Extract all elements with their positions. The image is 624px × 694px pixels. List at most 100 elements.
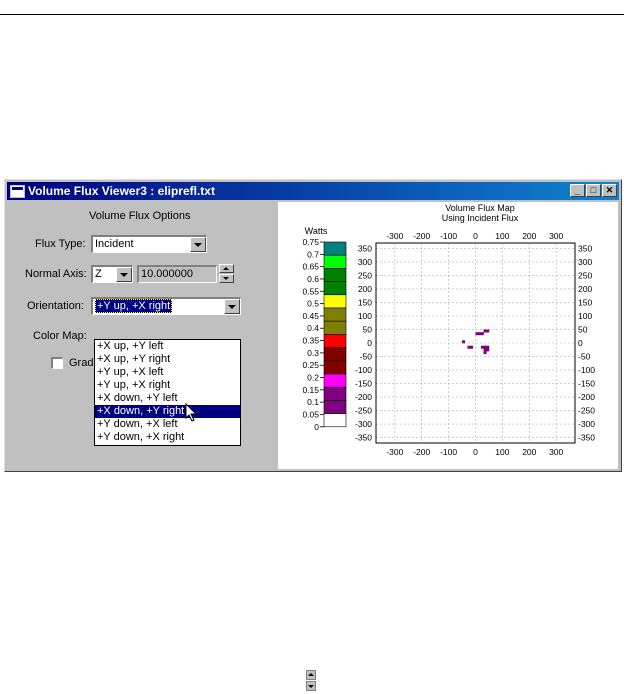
- orientation-dropdown-list[interactable]: +X up, +Y left +X up, +Y right +Y up, +X…: [94, 339, 241, 446]
- flux-cell: [475, 332, 479, 336]
- colorbar-tick-label: 0.6: [307, 274, 319, 284]
- colorbar-swatch: [323, 373, 347, 388]
- list-item[interactable]: +Y down, +X right: [95, 431, 240, 444]
- list-item-highlighted[interactable]: +X down, +Y right: [95, 405, 240, 418]
- x-tick-label-bottom: 300: [549, 447, 563, 457]
- list-item[interactable]: +X down, +Y left: [95, 392, 240, 405]
- x-tick-label-top: 200: [522, 231, 536, 241]
- y-tick-label-right: -300: [578, 419, 595, 429]
- y-tick-label-right: 100: [578, 311, 592, 321]
- list-item[interactable]: +Y down, +X left: [95, 418, 240, 431]
- x-tick-label-top: -300: [386, 231, 403, 241]
- y-tick-label-left: 100: [358, 311, 372, 321]
- colorbar-swatch: [323, 294, 347, 309]
- y-tick-label-left: -250: [355, 406, 372, 416]
- y-tick-label-left: 50: [363, 324, 373, 334]
- y-tick-label-left: -300: [355, 419, 372, 429]
- spin-down-button[interactable]: [219, 274, 234, 283]
- chart-title: Volume Flux Map: [445, 203, 515, 213]
- colorbar-tick-label: 0.3: [307, 348, 319, 358]
- flux-type-select[interactable]: Incident: [91, 235, 207, 253]
- colorbar-swatch: [323, 360, 347, 375]
- grad-checkbox[interactable]: [51, 357, 63, 369]
- y-tick-label-right: 350: [578, 243, 592, 253]
- chevron-down-icon[interactable]: [224, 299, 240, 314]
- colorbar-swatch: [323, 413, 347, 428]
- colorbar-swatch: [323, 281, 347, 296]
- colorbar-swatch: [323, 307, 347, 322]
- flux-cell: [483, 329, 487, 333]
- maximize-button[interactable]: □: [586, 184, 601, 197]
- colorbar-tick-label: 0.65: [302, 262, 319, 272]
- list-item[interactable]: +Y up, +X right: [95, 379, 240, 392]
- x-tick-label-top: -200: [413, 231, 430, 241]
- window-icon[interactable]: [10, 185, 25, 198]
- flux-type-value: Incident: [95, 238, 134, 250]
- colorbar-tick-label: 0.1: [307, 397, 319, 407]
- y-tick-label-left: -150: [355, 379, 372, 389]
- flux-cell: [486, 345, 490, 349]
- colorbar-swatch: [323, 254, 347, 269]
- colorbar-swatch: [323, 386, 347, 401]
- flux-cell: [480, 345, 484, 349]
- colorbar-tick-label: 0.2: [307, 373, 319, 383]
- normal-axis-value: Z: [95, 268, 102, 280]
- mouse-cursor-icon: [185, 403, 198, 422]
- window-title: Volume Flux Viewer3 : eliprefl.txt: [28, 184, 215, 198]
- normal-axis-label: Normal Axis:: [25, 268, 87, 280]
- flux-cell: [470, 345, 474, 349]
- options-heading: Volume Flux Options: [89, 210, 191, 222]
- minimize-button[interactable]: _: [570, 184, 585, 197]
- colorbar-tick-label: 0.55: [302, 286, 319, 296]
- flux-cell: [486, 329, 490, 333]
- x-tick-label-bottom: -200: [413, 447, 430, 457]
- y-tick-label-right: -350: [578, 433, 595, 443]
- list-item[interactable]: +X up, +Y right: [95, 353, 240, 366]
- close-button[interactable]: ✕: [602, 184, 617, 197]
- list-item[interactable]: +Y up, +X left: [95, 366, 240, 379]
- colorbar-tick-label: 0.5: [307, 299, 319, 309]
- spin-down-icon[interactable]: [306, 681, 316, 691]
- x-tick-label-top: 300: [549, 231, 563, 241]
- y-tick-label-left: 200: [358, 284, 372, 294]
- x-tick-label-bottom: 200: [522, 447, 536, 457]
- colorbar-tick-label: 0.45: [302, 311, 319, 321]
- y-tick-label-right: -250: [578, 406, 595, 416]
- x-tick-label-bottom: 100: [495, 447, 509, 457]
- orientation-select[interactable]: +Y up, +X right: [91, 297, 241, 315]
- colorbar-swatch: [323, 334, 347, 348]
- x-tick-label-bottom: -100: [440, 447, 457, 457]
- y-tick-label-right: 50: [578, 324, 588, 334]
- colorbar-tick-label: 0.25: [302, 360, 319, 370]
- flux-map-chart[interactable]: Volume Flux Map Using Incident Flux Watt…: [278, 202, 618, 469]
- normal-axis-number-field[interactable]: 10.000000: [137, 265, 217, 283]
- list-item[interactable]: +X up, +Y left: [95, 340, 240, 353]
- y-tick-label-left: -200: [355, 392, 372, 402]
- flux-cell: [467, 345, 471, 349]
- y-tick-label-left: 250: [358, 270, 372, 280]
- flux-cell: [486, 348, 490, 352]
- colorbar-tick-label: 0.35: [302, 336, 319, 346]
- top-rule: [0, 14, 624, 15]
- flux-map-area: Volume Flux Map Using Incident Flux Watt…: [278, 202, 618, 469]
- colorbar-tick-label: 0.15: [302, 385, 319, 395]
- bottom-spinner[interactable]: [306, 670, 316, 692]
- colorbar-swatch: [323, 320, 347, 335]
- flux-cell: [483, 348, 487, 352]
- spin-up-button[interactable]: [219, 264, 234, 273]
- chevron-down-icon[interactable]: [116, 267, 132, 282]
- y-tick-label-right: -200: [578, 392, 595, 402]
- chevron-down-icon[interactable]: [190, 237, 206, 252]
- colorbar-swatch: [323, 241, 347, 256]
- y-tick-label-right: -150: [578, 379, 595, 389]
- colorbar-tick-label: 0.75: [302, 237, 319, 247]
- y-tick-label-left: 300: [358, 257, 372, 267]
- normal-axis-select[interactable]: Z: [91, 265, 133, 283]
- colorbar-swatch: [323, 347, 347, 362]
- y-tick-label-right: -100: [578, 365, 595, 375]
- colorbar-tick-label: 0.4: [307, 323, 319, 333]
- title-bar[interactable]: Volume Flux Viewer3 : eliprefl.txt _ □ ✕: [7, 182, 619, 200]
- orientation-label: Orientation:: [27, 300, 84, 312]
- spin-up-icon[interactable]: [306, 670, 316, 680]
- colorbar-swatch: [323, 268, 347, 282]
